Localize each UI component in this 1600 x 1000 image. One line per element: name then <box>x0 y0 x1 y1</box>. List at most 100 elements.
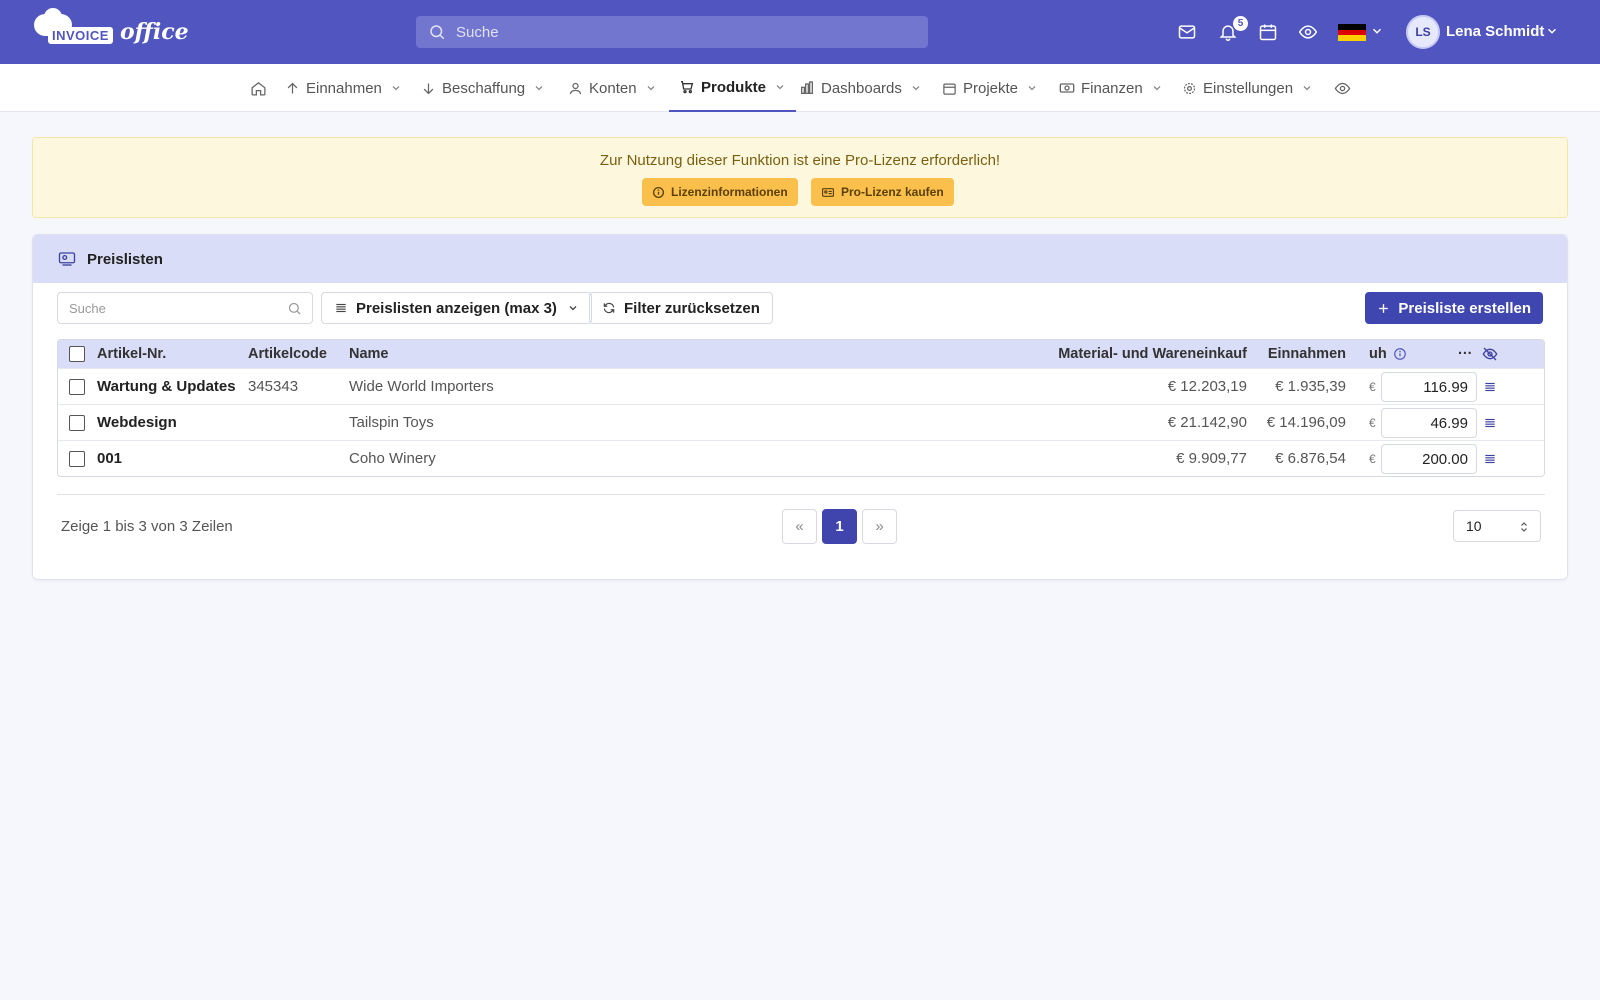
create-price-list-button[interactable]: Preisliste erstellen <box>1365 292 1543 324</box>
row-checkbox[interactable] <box>69 369 85 404</box>
license-card-icon <box>821 187 835 197</box>
buy-label: Pro-Lizenz kaufen <box>841 185 944 199</box>
rows-per-page-value: 10 <box>1466 518 1482 534</box>
nav-label: Beschaffung <box>442 79 526 97</box>
row-menu-icon[interactable] <box>1483 441 1497 476</box>
bell-icon[interactable]: 5 <box>1218 16 1248 44</box>
avatar[interactable]: LS <box>1406 15 1440 49</box>
refresh-icon <box>603 302 615 314</box>
rows-per-page-select[interactable]: 10 <box>1453 510 1541 542</box>
col-purchase[interactable]: Material- und Wareneinkauf <box>1018 340 1247 368</box>
row-checkbox[interactable] <box>69 441 85 476</box>
chevron-down-icon <box>912 86 920 91</box>
col-article-code[interactable]: Artikelcode <box>248 340 327 368</box>
cell-revenue: € 14.196,09 <box>1266 414 1346 431</box>
language-chevron-down-icon[interactable] <box>1370 24 1392 46</box>
mail-icon[interactable] <box>1177 22 1199 44</box>
bar-chart-icon <box>801 81 813 94</box>
table-row[interactable]: Wartung & Updates 345343 Wide World Impo… <box>58 368 1544 404</box>
alert-message: Zur Nutzung dieser Funktion ist eine Pro… <box>599 152 1001 169</box>
user-icon <box>569 82 582 94</box>
nav-projekte[interactable]: Projekte <box>942 64 1038 112</box>
currency-symbol: € <box>1369 379 1376 394</box>
pagination-prev[interactable]: « <box>782 509 817 544</box>
license-info-label: Lizenzinformationen <box>671 185 788 199</box>
view-select-label: Preislisten anzeigen (max 3) <box>356 299 557 317</box>
col-article-no[interactable]: Artikel-Nr. <box>97 340 166 368</box>
more-columns-button[interactable]: ··· <box>1458 340 1473 368</box>
cell-name: Tailspin Toys <box>349 414 434 431</box>
logo-text-invoice: INVOICE <box>48 27 113 44</box>
top-bar: INVOICE office Suche 5 LS Lena Schmidt <box>0 0 1600 64</box>
price-input[interactable]: 46.99 <box>1381 408 1477 438</box>
nav-label: Einstellungen <box>1203 79 1294 97</box>
chevron-down-icon <box>569 306 577 311</box>
nav-produkte[interactable]: Produkte <box>669 64 797 112</box>
more-icon: ··· <box>1458 346 1473 362</box>
view-select-dropdown[interactable]: Preislisten anzeigen (max 3) <box>321 292 592 324</box>
select-all-checkbox[interactable] <box>69 340 85 368</box>
pagination-page-1[interactable]: 1 <box>822 509 857 544</box>
divider <box>57 494 1545 495</box>
cell-purchase: € 12.203,19 <box>1167 378 1247 395</box>
table-row[interactable]: Webdesign Tailspin Toys € 21.142,90 € 14… <box>58 404 1544 440</box>
search-icon <box>288 302 301 315</box>
notification-badge: 5 <box>1233 16 1248 31</box>
logo-text-office: office <box>120 19 189 45</box>
buy-pro-license-button[interactable]: Pro-Lizenz kaufen <box>811 178 954 206</box>
col-uh-label: uh <box>1369 346 1387 362</box>
price-input[interactable]: 116.99 <box>1381 372 1477 402</box>
row-checkbox[interactable] <box>69 405 85 440</box>
currency-symbol: € <box>1369 451 1376 466</box>
app-logo[interactable]: INVOICE office <box>30 8 189 52</box>
price-input[interactable]: 200.00 <box>1381 444 1477 474</box>
chevron-down-icon <box>1028 86 1036 91</box>
cell-revenue: € 1.935,39 <box>1275 378 1346 395</box>
table-header: Artikel-Nr. Artikelcode Name Material- u… <box>58 340 1544 368</box>
search-icon <box>428 23 446 45</box>
gear-icon <box>1183 82 1196 94</box>
cell-revenue: € 6.876,54 <box>1275 450 1346 467</box>
reset-filter-button[interactable]: Filter zurücksetzen <box>589 292 773 324</box>
col-uh[interactable]: uh <box>1369 340 1407 368</box>
select-updown-icon <box>1521 522 1527 532</box>
plus-icon <box>1379 303 1389 313</box>
col-revenue[interactable]: Einnahmen <box>1248 340 1346 368</box>
user-name[interactable]: Lena Schmidt <box>1446 23 1544 40</box>
nav-dashboards[interactable]: Dashboards <box>799 64 922 112</box>
pagination-summary: Zeige 1 bis 3 von 3 Zeilen <box>61 518 233 535</box>
eye-off-icon[interactable] <box>1482 340 1498 368</box>
calendar-icon[interactable] <box>1258 22 1280 44</box>
nav-label: Projekte <box>963 79 1019 97</box>
nav-einstellungen[interactable]: Einstellungen <box>1182 64 1313 112</box>
license-info-button[interactable]: Lizenzinformationen <box>642 178 798 206</box>
home-icon[interactable] <box>250 64 273 112</box>
arrow-down-icon <box>423 83 434 94</box>
price-lists-card: Preislisten Suche Preislisten anzeigen (… <box>32 234 1568 580</box>
nav-konten[interactable]: Konten <box>568 64 657 112</box>
user-menu-chevron-down-icon[interactable] <box>1545 24 1567 46</box>
col-name[interactable]: Name <box>349 340 389 368</box>
chevron-down-icon <box>647 86 654 91</box>
nav-beschaffung[interactable]: Beschaffung <box>421 64 545 112</box>
global-search-placeholder: Suche <box>456 23 499 41</box>
card-title: Preislisten <box>87 250 163 268</box>
pagination-next[interactable]: » <box>862 509 897 544</box>
global-search-input[interactable]: Suche <box>416 16 928 48</box>
table-search-placeholder: Suche <box>69 301 106 316</box>
card-header: Preislisten <box>33 235 1567 283</box>
nav-einnahmen[interactable]: Einnahmen <box>285 64 402 112</box>
cell-article-no: 001 <box>97 450 123 467</box>
nav-finanzen[interactable]: Finanzen <box>1059 64 1163 112</box>
language-flag-icon[interactable] <box>1338 24 1366 41</box>
table-search-input[interactable]: Suche <box>57 292 313 324</box>
row-menu-icon[interactable] <box>1483 405 1497 440</box>
nav-label: Konten <box>589 79 637 97</box>
eye-icon[interactable] <box>1334 64 1357 112</box>
nav-label: Dashboards <box>821 79 902 97</box>
row-menu-icon[interactable] <box>1483 369 1497 404</box>
cell-article-code: 345343 <box>248 378 299 395</box>
table-row[interactable]: 001 Coho Winery € 9.909,77 € 6.876,54 € … <box>58 440 1544 476</box>
eye-icon[interactable] <box>1298 22 1320 44</box>
chevron-down-icon <box>1153 86 1161 91</box>
